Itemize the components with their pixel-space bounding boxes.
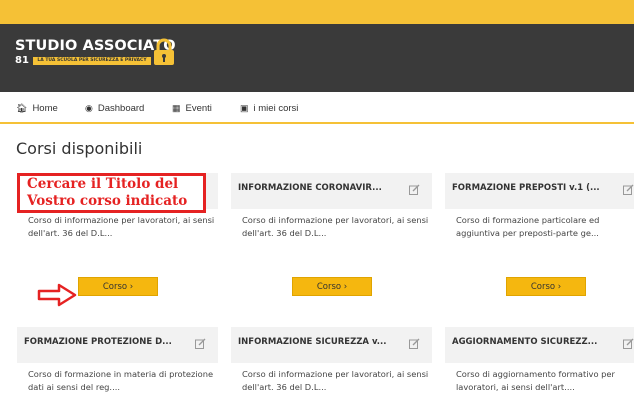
brand-name[interactable]: STUDIO ASSOCIATO bbox=[15, 38, 176, 54]
calendar-icon: ▦ bbox=[172, 103, 181, 113]
edit-icon[interactable] bbox=[623, 338, 634, 349]
course-title[interactable]: INFORMAZIONE CORONAVIR... bbox=[238, 183, 382, 193]
course-description: Corso di formazione in materia di protez… bbox=[28, 369, 214, 392]
brand-tagline: LA TUA SCUOLA PER SICUREZZA E PRIVACY bbox=[33, 57, 151, 65]
nav-dashboard-label: Dashboard bbox=[97, 103, 145, 114]
course-title[interactable]: AGGIORNAMENTO SICUREZZ... bbox=[452, 337, 597, 347]
course-description: Corso di formazione particolare ed aggiu… bbox=[456, 215, 600, 238]
top-accent-bar bbox=[0, 0, 634, 24]
page-title: Corsi disponibili bbox=[16, 139, 143, 158]
course-description: Corso di informazione per lavoratori, ai… bbox=[242, 369, 429, 392]
course-button[interactable]: Corso › bbox=[506, 277, 586, 296]
nav-home[interactable]: 🏠︎ Home bbox=[16, 103, 58, 114]
annotation-text: Cercare il Titolo del Vostro corso indic… bbox=[27, 176, 188, 209]
brand-number: 81 bbox=[15, 55, 29, 66]
course-description: Corso di aggiornamento formativo per lav… bbox=[456, 369, 615, 392]
edit-icon[interactable] bbox=[409, 338, 420, 349]
edit-icon[interactable] bbox=[409, 184, 420, 195]
course-description: Corso di informazione per lavoratori, ai… bbox=[28, 215, 215, 238]
course-button[interactable]: Corso › bbox=[292, 277, 372, 296]
nav-eventi[interactable]: ▦ Eventi bbox=[172, 103, 212, 114]
edit-icon[interactable] bbox=[623, 184, 634, 195]
course-description: Corso di informazione per lavoratori, ai… bbox=[242, 215, 429, 238]
nav-dashboard[interactable]: ◉ Dashboard bbox=[85, 103, 144, 114]
course-card: FORMAZIONE PROTEZIONE D... Corso di form… bbox=[17, 327, 218, 394]
course-card: AGGIORNAMENTO SICUREZZ... Corso di aggio… bbox=[445, 327, 634, 394]
course-title[interactable]: INFORMAZIONE SICUREZZA v... bbox=[238, 337, 387, 347]
briefcase-icon: ▣ bbox=[240, 103, 249, 113]
nav-home-label: Home bbox=[32, 103, 58, 114]
dashboard-icon: ◉ bbox=[85, 103, 93, 113]
pointer-arrow-icon bbox=[37, 283, 77, 307]
nav-miei-corsi[interactable]: ▣ i miei corsi bbox=[240, 103, 298, 114]
course-card: FORMAZIONE PREPOSTI v.1 (... Corso di fo… bbox=[445, 173, 634, 313]
edit-icon[interactable] bbox=[195, 338, 206, 349]
lock-logo-icon bbox=[154, 38, 174, 65]
nav-miei-corsi-label: i miei corsi bbox=[253, 103, 299, 114]
nav-eventi-label: Eventi bbox=[185, 103, 212, 114]
course-title[interactable]: FORMAZIONE PROTEZIONE D... bbox=[24, 337, 172, 347]
course-card: INFORMAZIONE SICUREZZA v... Corso di inf… bbox=[231, 327, 432, 394]
home-icon: 🏠︎ bbox=[16, 103, 28, 113]
course-title[interactable]: FORMAZIONE PREPOSTI v.1 (... bbox=[452, 183, 600, 193]
course-card: INFORMAZIONE CORONAVIR... Corso di infor… bbox=[231, 173, 432, 313]
course-button[interactable]: Corso › bbox=[78, 277, 158, 296]
